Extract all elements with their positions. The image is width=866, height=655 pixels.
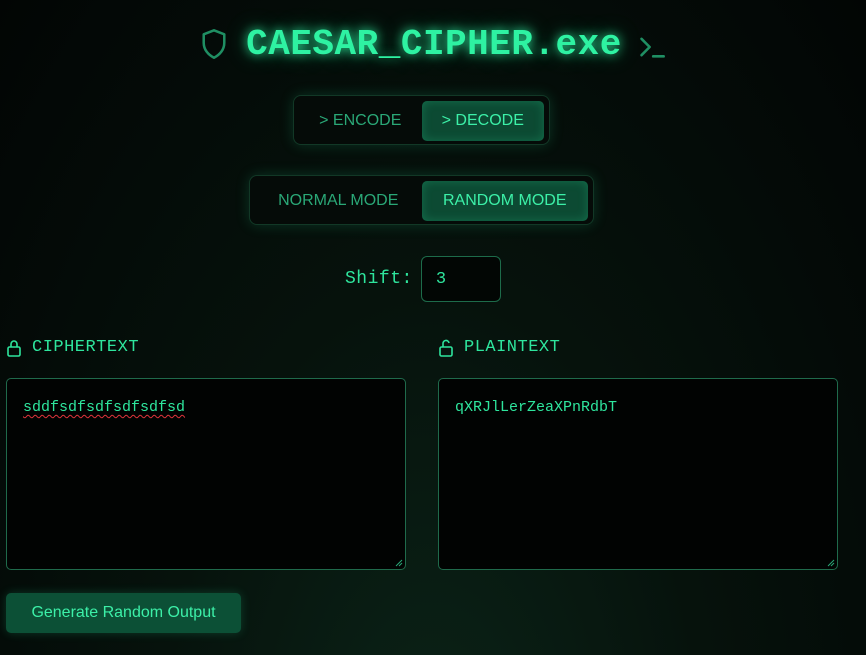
operation-toggle: > ENCODE > DECODE [293, 95, 550, 145]
ciphertext-value: sddfsdfsdfsdfsdfsd [23, 399, 186, 416]
normal-mode-button[interactable]: NORMAL MODE [255, 181, 422, 221]
app-header: CAESAR_CIPHER.exe [0, 22, 866, 66]
lock-icon [7, 339, 21, 357]
plaintext-value: qXRJlLerZeaXPnRdbT [455, 399, 618, 416]
app-title: CAESAR_CIPHER.exe [246, 23, 622, 65]
shield-icon [202, 29, 226, 59]
random-mode-button[interactable]: RANDOM MODE [421, 181, 588, 221]
terminal-prompt-icon [640, 37, 665, 58]
plaintext-textarea[interactable]: qXRJlLerZeaXPnRdbT [438, 378, 838, 570]
resize-handle-icon[interactable] [395, 559, 403, 567]
generate-random-output-button[interactable]: Generate Random Output [6, 593, 241, 633]
plaintext-label-text: PLAINTEXT [464, 338, 561, 357]
ciphertext-label: CIPHERTEXT [6, 338, 139, 357]
ciphertext-label-text: CIPHERTEXT [32, 338, 140, 357]
mode-toggle: NORMAL MODE RANDOM MODE [249, 175, 594, 225]
shift-input[interactable] [420, 256, 501, 302]
resize-handle-icon[interactable] [827, 559, 835, 567]
plaintext-label: PLAINTEXT [438, 338, 560, 357]
shift-label: Shift: [345, 269, 413, 289]
encode-button[interactable]: > ENCODE [299, 101, 422, 141]
shift-row: Shift: [345, 256, 501, 302]
unlock-icon [439, 339, 453, 357]
ciphertext-textarea[interactable]: sddfsdfsdfsdfsdfsd [6, 378, 406, 570]
decode-button[interactable]: > DECODE [421, 101, 544, 141]
